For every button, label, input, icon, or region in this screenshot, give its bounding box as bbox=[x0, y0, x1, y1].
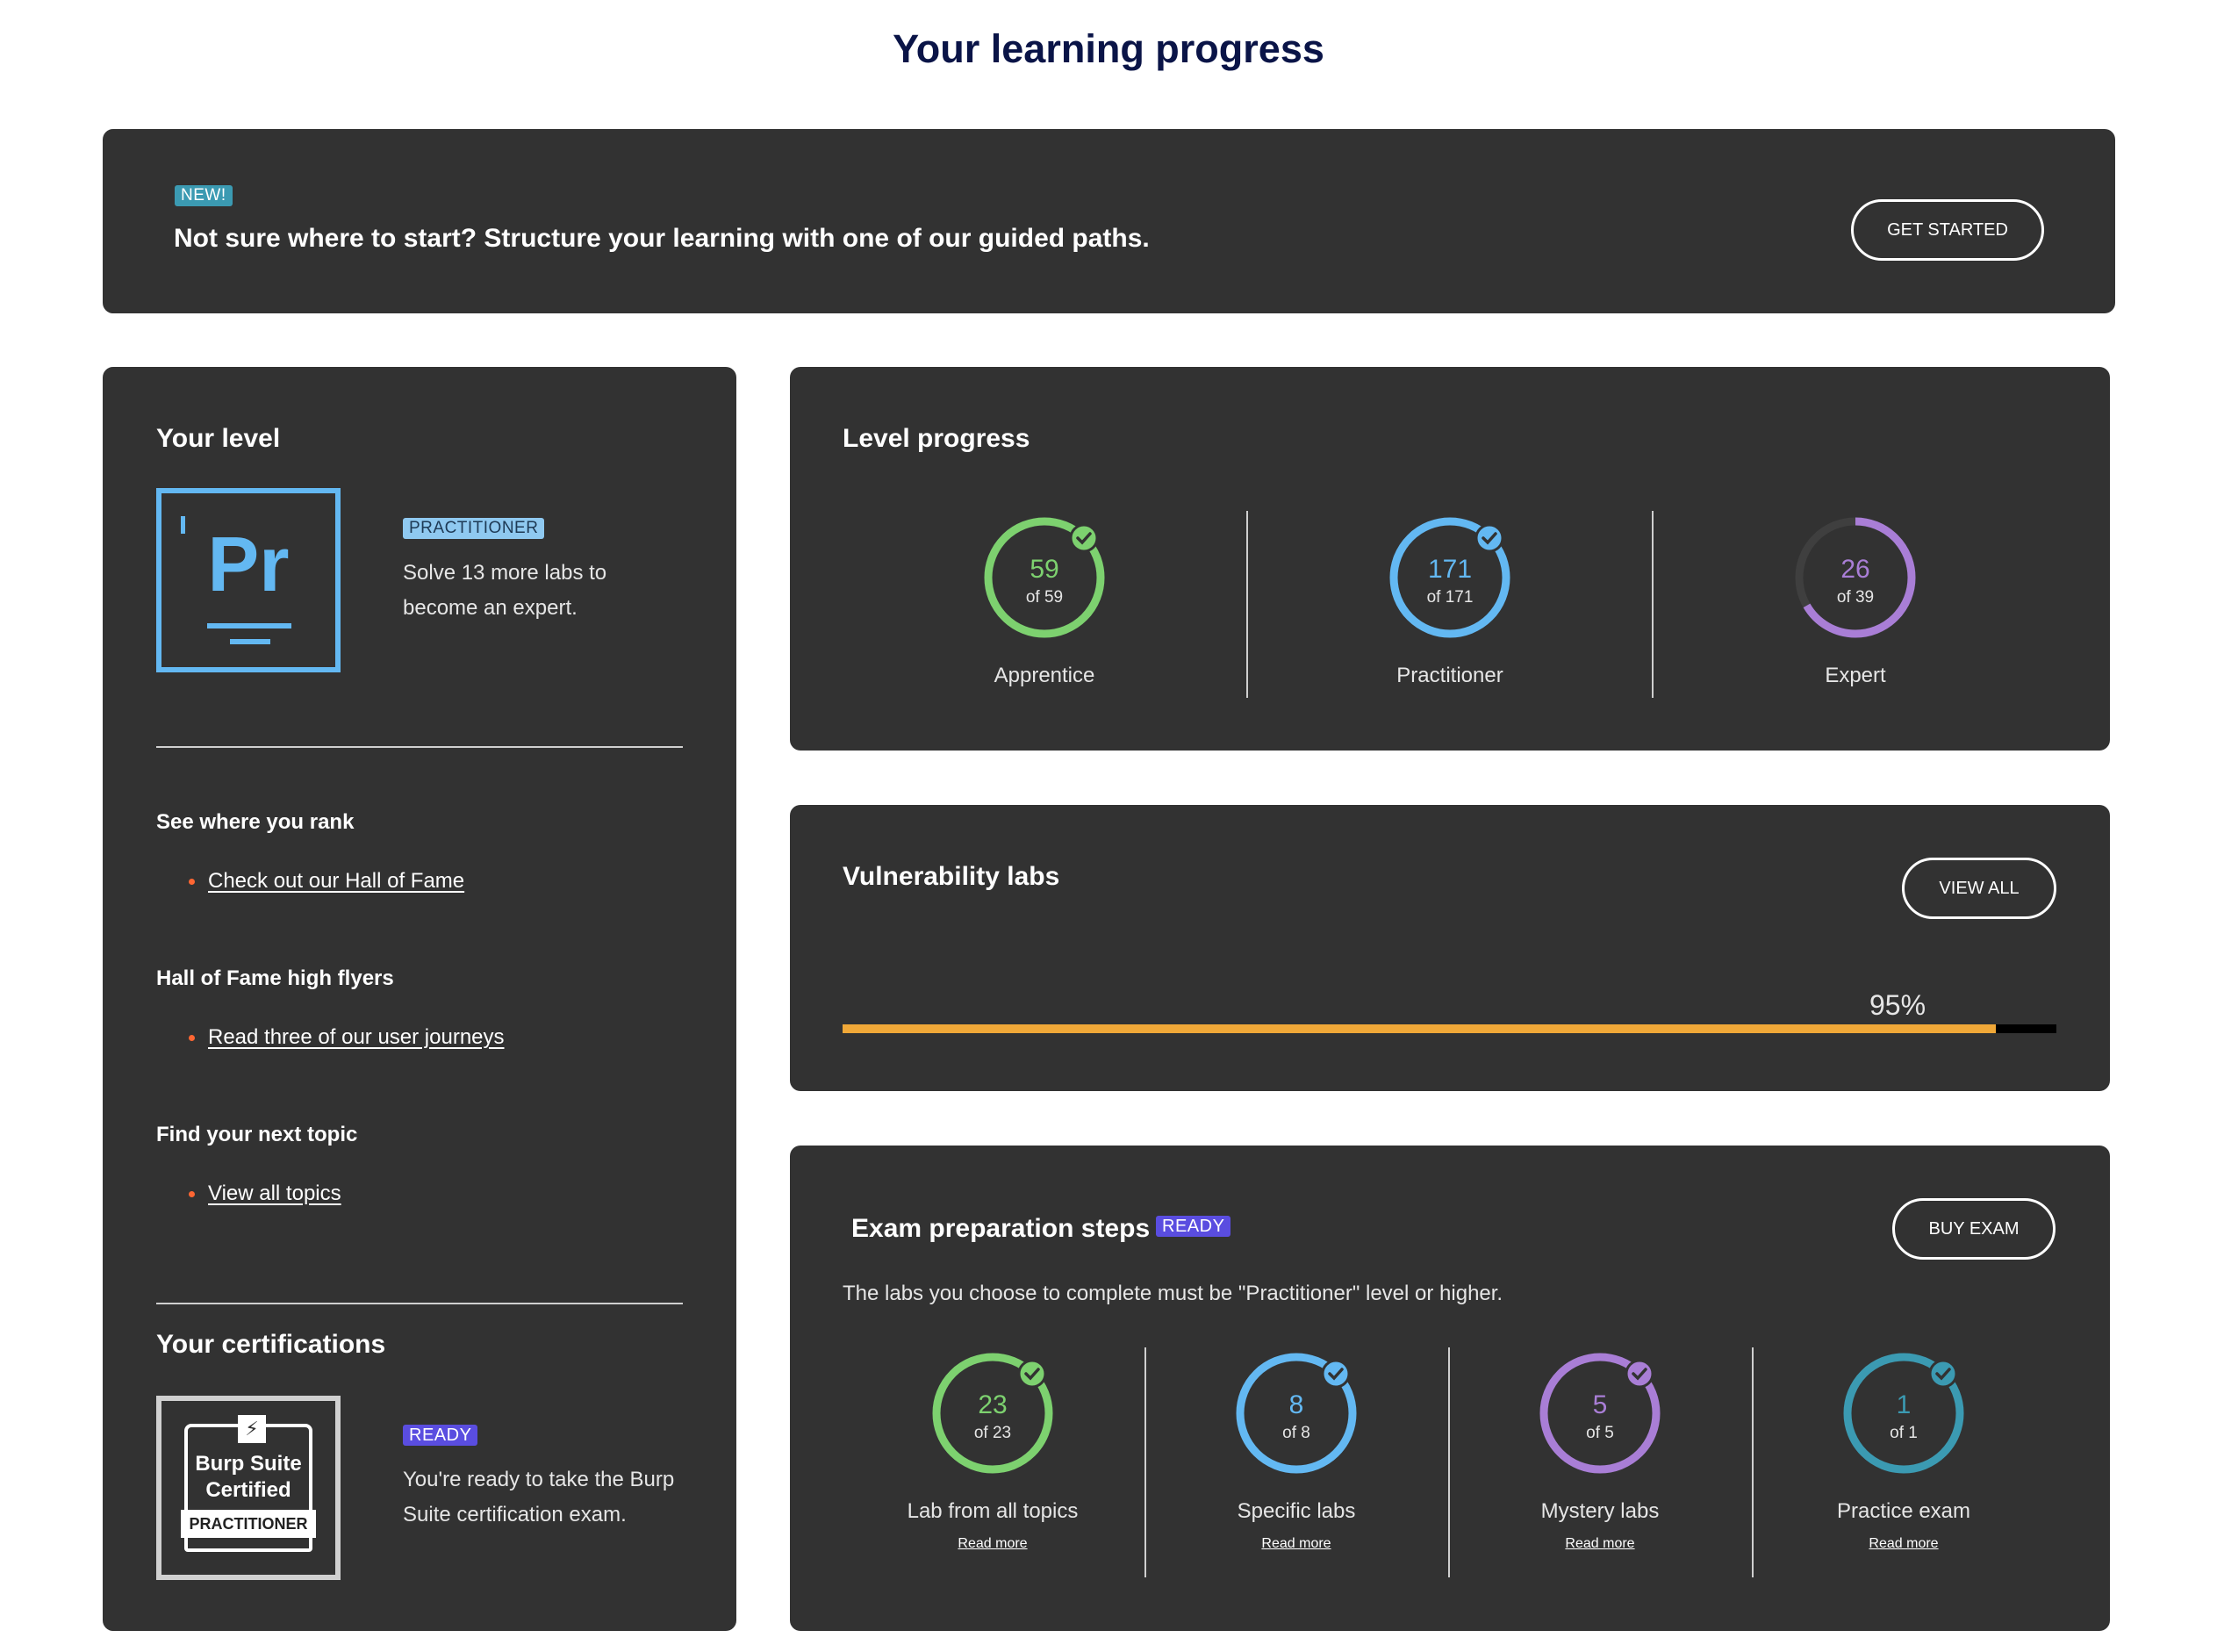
cert-ready-badge: READY bbox=[403, 1425, 478, 1446]
progress-item: 5 of 5 Mystery labs Read more bbox=[1468, 1343, 1732, 1552]
ring-total: of 59 bbox=[1026, 588, 1063, 607]
check-circle-icon bbox=[1474, 523, 1504, 553]
progress-item: 26 of 39 Expert bbox=[1724, 507, 1987, 688]
ring-total: of 1 bbox=[1890, 1424, 1918, 1442]
read-more-link[interactable]: Read more bbox=[1468, 1536, 1732, 1552]
ring-value: 26 bbox=[1840, 555, 1869, 584]
guided-paths-banner: NEW! Not sure where to start? Structure … bbox=[103, 129, 2115, 313]
ring-total: of 171 bbox=[1427, 588, 1474, 607]
progress-item-label: Expert bbox=[1825, 664, 1886, 687]
labs-progress-fill bbox=[843, 1024, 1996, 1033]
ring-total: of 8 bbox=[1282, 1424, 1310, 1442]
ring-value: 23 bbox=[978, 1390, 1007, 1419]
practitioner-badge: PRACTITIONER bbox=[403, 518, 545, 539]
progress-item-label: Practitioner bbox=[1396, 664, 1503, 687]
check-circle-icon bbox=[1321, 1359, 1351, 1389]
level-progress-panel: Level progress 59 of 59 Apprentice 171 of 17… bbox=[790, 367, 2110, 751]
exam-ready-badge: READY bbox=[1156, 1216, 1231, 1237]
progress-ring: 171 of 171 bbox=[1389, 517, 1510, 638]
check-circle-icon bbox=[1017, 1359, 1047, 1389]
vulnerability-labs-title: Vulnerability labs bbox=[843, 862, 1060, 891]
page-title: Your learning progress bbox=[893, 26, 1324, 71]
cert-badge-line1: Burp Suite bbox=[195, 1452, 302, 1476]
separator bbox=[1652, 511, 1654, 698]
ring-total: of 5 bbox=[1586, 1424, 1614, 1442]
progress-item-label: Lab from all topics bbox=[907, 1499, 1079, 1523]
rank-heading: See where you rank bbox=[156, 810, 355, 834]
progress-item-label: Specific labs bbox=[1237, 1499, 1356, 1523]
view-all-button[interactable]: VIEW ALL bbox=[1902, 858, 2056, 919]
ring-total: of 39 bbox=[1837, 588, 1874, 607]
progress-ring: 8 of 8 bbox=[1236, 1353, 1357, 1474]
exam-prep-title: Exam preparation steps bbox=[851, 1214, 1151, 1243]
level-description: Solve 13 more labs to become an expert. bbox=[403, 561, 607, 620]
divider bbox=[156, 1303, 683, 1304]
lightning-bolt-icon: ⚡ bbox=[238, 1415, 266, 1443]
progress-item-label: Apprentice bbox=[994, 664, 1095, 687]
check-circle-icon bbox=[1625, 1359, 1654, 1389]
progress-item-label: Practice exam bbox=[1836, 1499, 1971, 1523]
banner-text: Not sure where to start? Structure your … bbox=[174, 224, 1150, 253]
vulnerability-labs-panel: Vulnerability labs VIEW ALL 95% bbox=[790, 805, 2110, 1091]
ring-value: 8 bbox=[1289, 1390, 1304, 1419]
high-flyers-heading: Hall of Fame high flyers bbox=[156, 966, 394, 990]
progress-item: 171 of 171 Practitioner bbox=[1318, 507, 1582, 688]
practitioner-level-icon: Pr bbox=[156, 488, 341, 672]
ring-value: 59 bbox=[1030, 555, 1058, 584]
separator bbox=[1448, 1347, 1450, 1577]
separator bbox=[1144, 1347, 1146, 1577]
progress-ring: 26 of 39 bbox=[1795, 517, 1916, 638]
level-progress-title: Level progress bbox=[843, 424, 1030, 453]
progress-item: 1 of 1 Practice exam Read more bbox=[1772, 1343, 2035, 1552]
progress-ring: 23 of 23 bbox=[932, 1353, 1053, 1474]
cert-badge-plate: PRACTITIONER bbox=[181, 1510, 316, 1538]
read-more-link[interactable]: Read more bbox=[861, 1536, 1124, 1552]
ring-value: 5 bbox=[1593, 1390, 1608, 1419]
next-topic-heading: Find your next topic bbox=[156, 1123, 358, 1146]
new-badge: NEW! bbox=[175, 185, 233, 206]
ring-total: of 23 bbox=[974, 1424, 1011, 1442]
progress-item: 23 of 23 Lab from all topics Read more bbox=[861, 1343, 1124, 1552]
get-started-button[interactable]: GET STARTED bbox=[1851, 199, 2044, 261]
exam-preparation-panel: Exam preparation steps READY BUY EXAM Th… bbox=[790, 1146, 2110, 1631]
labs-progress-percent: 95% bbox=[1869, 989, 1926, 1021]
progress-item: 8 of 8 Specific labs Read more bbox=[1165, 1343, 1428, 1552]
divider bbox=[156, 746, 683, 748]
level-logo-letters: Pr bbox=[207, 521, 290, 607]
check-circle-icon bbox=[1069, 523, 1099, 553]
exam-prep-description: The labs you choose to complete must be … bbox=[843, 1282, 1503, 1305]
buy-exam-button[interactable]: BUY EXAM bbox=[1892, 1198, 2056, 1260]
hall-of-fame-link[interactable]: Check out our Hall of Fame bbox=[188, 869, 464, 894]
separator bbox=[1752, 1347, 1754, 1577]
cert-badge-line2: Certified bbox=[205, 1478, 291, 1502]
your-level-panel: Your level Pr PRACTITIONER Solve 13 more… bbox=[103, 367, 736, 1631]
progress-item: 59 of 59 Apprentice bbox=[913, 507, 1176, 688]
read-more-link[interactable]: Read more bbox=[1165, 1536, 1428, 1552]
progress-item-label: Mystery labs bbox=[1540, 1499, 1660, 1523]
read-more-link[interactable]: Read more bbox=[1772, 1536, 2035, 1552]
ring-value: 1 bbox=[1897, 1390, 1912, 1419]
separator bbox=[1246, 511, 1248, 698]
burp-certified-badge-icon: ⚡ Burp Suite Certified PRACTITIONER bbox=[156, 1396, 341, 1580]
cert-description: You're ready to take the Burp Suite cert… bbox=[403, 1468, 675, 1526]
your-level-title: Your level bbox=[156, 424, 281, 453]
labs-progress-bar bbox=[843, 1024, 2056, 1033]
ring-value: 171 bbox=[1428, 555, 1472, 584]
progress-ring: 1 of 1 bbox=[1843, 1353, 1964, 1474]
certifications-title: Your certifications bbox=[156, 1330, 386, 1359]
progress-ring: 5 of 5 bbox=[1539, 1353, 1661, 1474]
check-circle-icon bbox=[1928, 1359, 1958, 1389]
user-journeys-link[interactable]: Read three of our user journeys bbox=[189, 1025, 505, 1050]
view-all-topics-link[interactable]: View all topics bbox=[189, 1182, 341, 1206]
progress-ring: 59 of 59 bbox=[984, 517, 1105, 638]
